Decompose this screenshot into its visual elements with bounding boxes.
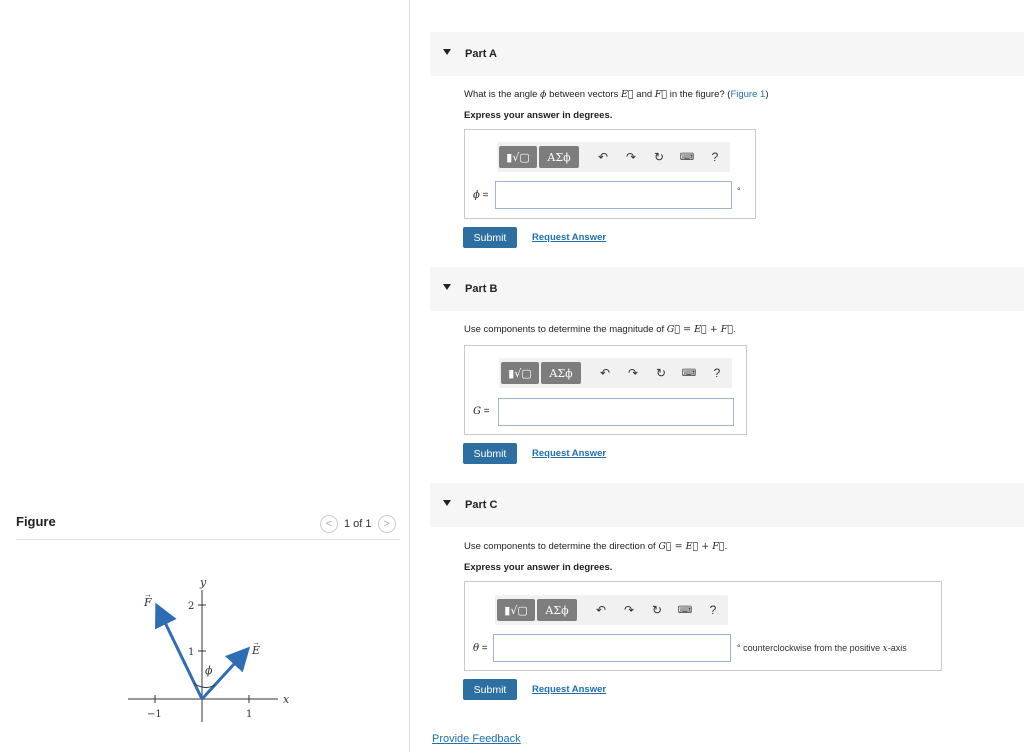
y-axis-label: y <box>199 576 207 589</box>
g-label: G = <box>473 406 490 417</box>
part-a-header[interactable]: Part A <box>430 32 1024 76</box>
collapse-triangle-icon[interactable] <box>443 284 451 290</box>
part-c-answer-box: ▮√▢ ΑΣϕ ↶ ↷ ↻ ⌨ ? θ = ° counterclockwise… <box>464 581 942 671</box>
variable-symbol: ϕ <box>473 190 480 201</box>
vector-diagram: x y −1 1 1 2 ϕ F → E → <box>128 576 290 722</box>
part-c-request-answer-link[interactable]: Request Answer <box>532 684 606 695</box>
x-axis-label: x <box>283 693 290 706</box>
figure-title: Figure <box>16 514 56 529</box>
part-a-question: What is the angle ϕ between vectors E⃗ a… <box>464 89 768 100</box>
question-text: and <box>633 89 655 100</box>
greek-symbols-button[interactable]: ΑΣϕ <box>537 599 577 621</box>
prev-figure-button[interactable]: < <box>320 515 338 533</box>
question-text: ) <box>765 89 769 100</box>
help-button[interactable]: ? <box>703 600 723 620</box>
pager-text: 1 of 1 <box>344 518 372 530</box>
collapse-triangle-icon[interactable] <box>443 500 451 506</box>
unit-text: ° counterclockwise from the positive <box>737 643 883 653</box>
y-tick-label-2: 2 <box>188 601 194 612</box>
reset-icon[interactable]: ↻ <box>649 147 669 167</box>
vector-f-arrow-label: → <box>144 590 152 599</box>
x-tick-label-neg1: −1 <box>147 709 162 720</box>
equals-sign: = <box>479 190 489 201</box>
provide-feedback-link[interactable]: Provide Feedback <box>432 733 521 745</box>
theta-label: θ = <box>473 643 488 654</box>
vector-f <box>155 602 204 700</box>
part-a-request-answer-link[interactable]: Request Answer <box>532 232 606 243</box>
part-b-request-answer-link[interactable]: Request Answer <box>532 448 606 459</box>
collapse-triangle-icon[interactable] <box>443 49 451 55</box>
g-answer-input[interactable] <box>498 398 734 426</box>
math-toolbar: ▮√▢ ΑΣϕ ↶ ↷ ↻ ⌨ ? <box>499 358 732 388</box>
part-c-header[interactable]: Part C <box>430 483 1024 527</box>
math-toolbar: ▮√▢ ΑΣϕ ↶ ↷ ↻ ⌨ ? <box>497 142 730 172</box>
greek-symbols-button[interactable]: ΑΣϕ <box>539 146 579 168</box>
part-b-label: Part B <box>465 283 498 295</box>
undo-icon[interactable]: ↶ <box>591 600 611 620</box>
math-toolbar: ▮√▢ ΑΣϕ ↶ ↷ ↻ ⌨ ? <box>495 595 728 625</box>
figure-pager: < 1 of 1 > <box>320 515 396 533</box>
redo-icon[interactable]: ↷ <box>619 600 639 620</box>
undo-icon[interactable]: ↶ <box>593 147 613 167</box>
vector-e-arrow-label: → <box>252 638 260 647</box>
part-a-submit-button[interactable]: Submit <box>463 227 517 248</box>
phi-answer-input[interactable] <box>495 181 732 209</box>
greek-symbols-button[interactable]: ΑΣϕ <box>541 362 581 384</box>
equals-sign: = <box>479 643 488 654</box>
part-c-question: Use components to determine the directio… <box>464 541 727 552</box>
part-a-label: Part A <box>465 48 497 60</box>
question-text: Use components to determine the directio… <box>464 541 659 552</box>
direction-unit-label: ° counterclockwise from the positive x-a… <box>737 643 907 654</box>
redo-icon[interactable]: ↷ <box>623 363 643 383</box>
keyboard-icon[interactable]: ⌨ <box>679 363 699 383</box>
templates-button[interactable]: ▮√▢ <box>501 362 539 384</box>
part-c-label: Part C <box>465 499 498 511</box>
part-b-answer-box: ▮√▢ ΑΣϕ ↶ ↷ ↻ ⌨ ? G = <box>464 345 747 435</box>
part-a-answer-box: ▮√▢ ΑΣϕ ↶ ↷ ↻ ⌨ ? ϕ = ° <box>464 129 756 219</box>
equals-sign: = <box>481 406 490 417</box>
figure-link[interactable]: Figure 1 <box>730 89 765 100</box>
vector-sum-expression: G⃗ = E⃗ + F⃗ <box>666 324 734 335</box>
question-text: Use components to determine the magnitud… <box>464 324 667 335</box>
redo-icon[interactable]: ↷ <box>621 147 641 167</box>
part-b-submit-button[interactable]: Submit <box>463 443 517 464</box>
next-figure-button[interactable]: > <box>377 515 396 533</box>
vector-f-symbol: F⃗ <box>654 89 668 100</box>
undo-icon[interactable]: ↶ <box>595 363 615 383</box>
vector-sum-expression: G⃗ = E⃗ + F⃗ <box>658 541 725 552</box>
part-b-question: Use components to determine the magnitud… <box>464 324 736 335</box>
theta-answer-input[interactable] <box>493 634 731 662</box>
templates-button[interactable]: ▮√▢ <box>497 599 535 621</box>
degree-unit: ° <box>737 186 741 196</box>
part-b-header[interactable]: Part B <box>430 267 1024 311</box>
unit-text: -axis <box>887 643 907 653</box>
angle-label: ϕ <box>205 664 213 677</box>
help-button[interactable]: ? <box>707 363 727 383</box>
reset-icon[interactable]: ↻ <box>651 363 671 383</box>
part-a-instruction: Express your answer in degrees. <box>464 110 613 121</box>
phi-label: ϕ = <box>473 190 488 201</box>
question-text: . <box>733 324 736 335</box>
question-text: in the figure? ( <box>667 89 731 100</box>
figure-divider <box>16 539 400 540</box>
reset-icon[interactable]: ↻ <box>647 600 667 620</box>
variable-symbol: G <box>473 406 481 417</box>
part-c-instruction: Express your answer in degrees. <box>464 562 613 573</box>
question-text: between vectors <box>546 89 621 100</box>
question-text: What is the angle <box>464 89 541 100</box>
templates-button[interactable]: ▮√▢ <box>499 146 537 168</box>
x-tick-label-1: 1 <box>246 709 252 720</box>
keyboard-icon[interactable]: ⌨ <box>677 147 697 167</box>
y-tick-label-1: 1 <box>188 647 194 658</box>
help-button[interactable]: ? <box>705 147 725 167</box>
question-text: . <box>724 541 728 552</box>
keyboard-icon[interactable]: ⌨ <box>675 600 695 620</box>
figure-panel: Figure < 1 of 1 > x y −1 1 1 2 ϕ F → E → <box>0 0 410 752</box>
vector-e-symbol: E⃗ <box>621 89 634 100</box>
part-c-submit-button[interactable]: Submit <box>463 679 517 700</box>
